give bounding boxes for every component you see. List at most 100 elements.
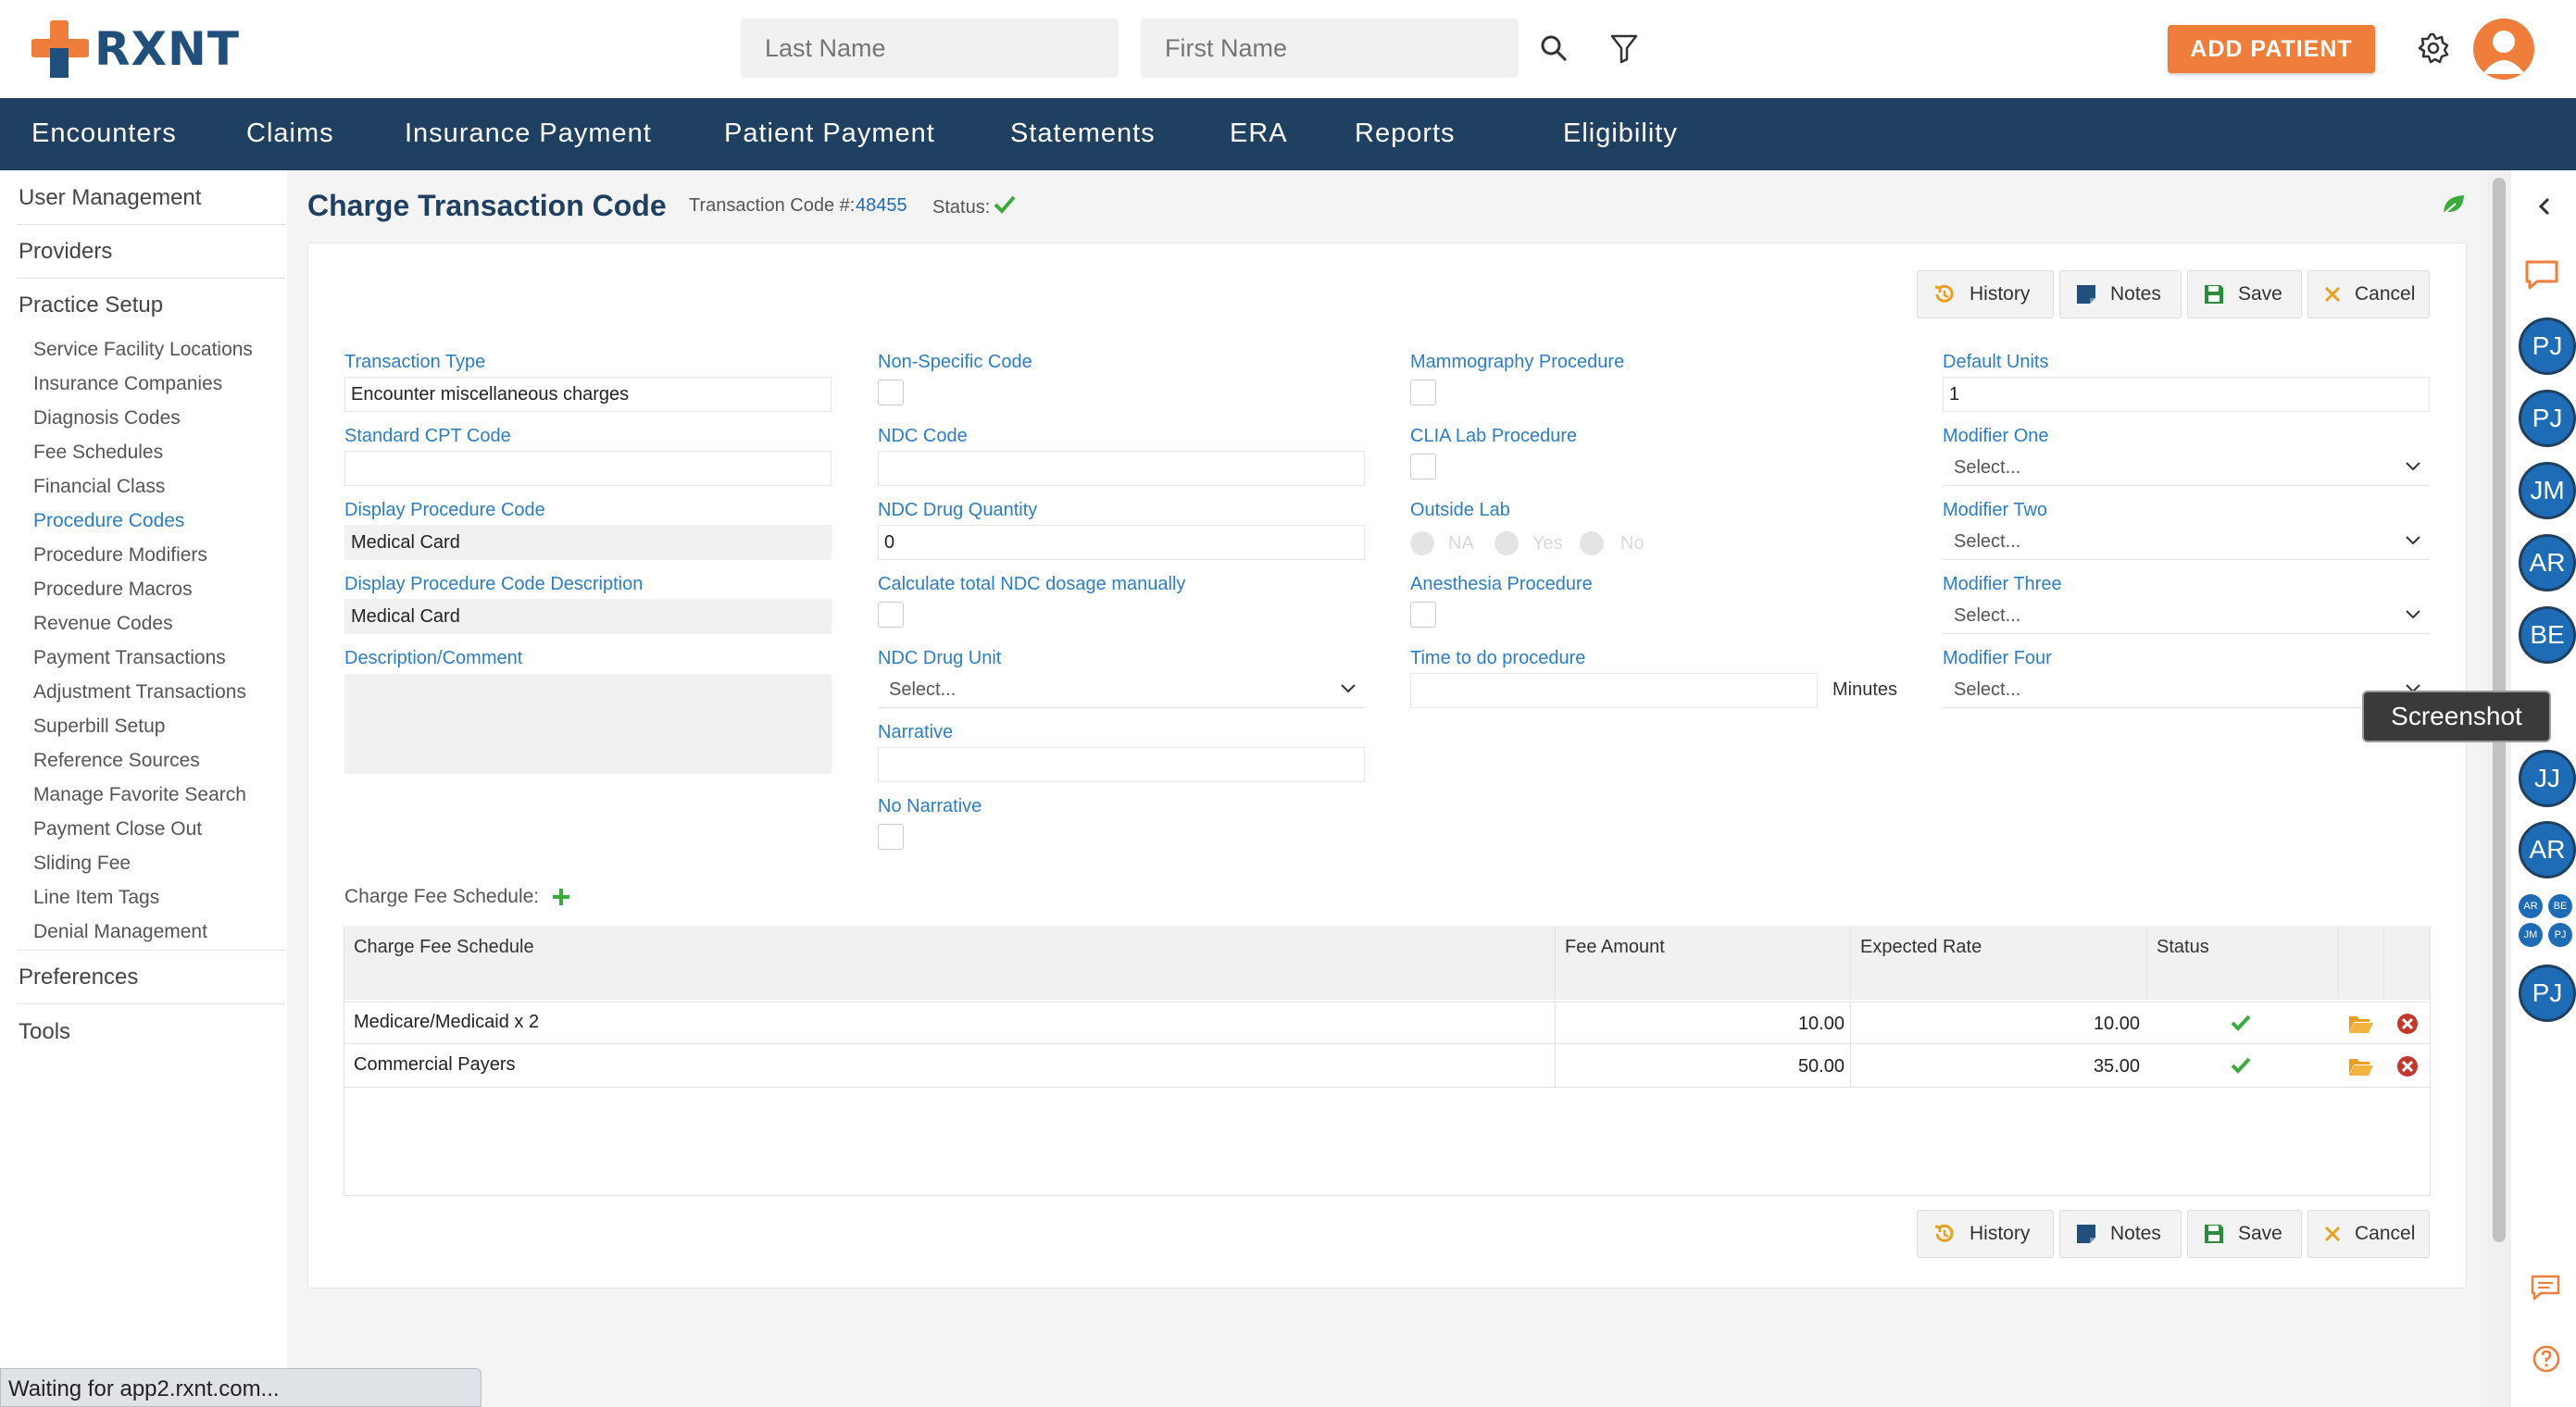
sidebar-tools[interactable]: Tools [19,1019,70,1045]
avatar[interactable]: PJ [2519,318,2576,375]
nav-claims[interactable]: Claims [246,118,334,149]
ndc-drug-unit-select[interactable]: Select... [878,673,1365,708]
cancel-button[interactable]: Cancel [2307,270,2430,318]
ndc-code-field[interactable] [878,451,1365,486]
chat-icon[interactable] [2524,259,2559,291]
add-patient-button[interactable]: ADD PATIENT [2168,25,2375,73]
folder-open-icon[interactable] [2348,1014,2374,1034]
filter-icon[interactable] [1604,28,1644,68]
anesthesia-checkbox[interactable] [1410,602,1436,628]
avatar[interactable]: PJ [2519,390,2576,447]
avatar[interactable]: AR [2519,534,2576,591]
sidebar-practice-setup[interactable]: Practice Setup [19,293,163,318]
sidebar-item-sliding-fee[interactable]: Sliding Fee [33,853,131,875]
mini-avatar[interactable]: JM [2519,923,2543,947]
sidebar-item-payment-close-out[interactable]: Payment Close Out [33,818,202,840]
description-comment-textarea[interactable] [344,674,832,774]
modifier-one-select[interactable]: Select... [1943,451,2430,486]
mini-avatar[interactable]: AR [2519,894,2543,918]
display-procedure-description-field[interactable]: Medical Card [344,599,832,634]
sidebar-item-diagnosis-codes[interactable]: Diagnosis Codes [33,407,181,430]
save-button[interactable]: Save [2187,270,2302,318]
nav-insurance-payment[interactable]: Insurance Payment [405,118,652,149]
user-avatar[interactable] [2473,19,2534,80]
nav-era[interactable]: ERA [1230,118,1288,149]
sidebar-item-procedure-codes[interactable]: Procedure Codes [33,510,184,532]
sidebar-item-manage-favorite-search[interactable]: Manage Favorite Search [33,784,246,806]
column-header-status[interactable]: Status [2147,926,2338,1000]
clia-lab-checkbox[interactable] [1410,454,1436,479]
history-button[interactable]: History [1917,270,2054,318]
delete-icon[interactable] [2396,1055,2419,1077]
mini-avatar[interactable]: BE [2548,894,2572,918]
display-procedure-code-field[interactable]: Medical Card [344,525,832,560]
sidebar-item-superbill-setup[interactable]: Superbill Setup [33,716,165,738]
default-units-field[interactable]: 1 [1943,377,2430,412]
sidebar-item-procedure-macros[interactable]: Procedure Macros [33,579,193,601]
sidebar-item-procedure-modifiers[interactable]: Procedure Modifiers [33,544,207,567]
notes-button-bottom[interactable]: Notes [2059,1210,2182,1258]
sidebar-item-revenue-codes[interactable]: Revenue Codes [33,613,173,635]
last-name-input[interactable] [741,19,1119,78]
help-icon[interactable] [2532,1344,2561,1374]
sidebar-item-reference-sources[interactable]: Reference Sources [33,750,200,772]
avatar[interactable]: AR [2519,821,2576,878]
history-button-bottom[interactable]: History [1917,1210,2054,1258]
nav-patient-payment[interactable]: Patient Payment [724,118,935,149]
table-row[interactable]: Commercial Payers 50.00 35.00 [344,1045,2430,1088]
folder-open-icon[interactable] [2348,1056,2374,1077]
sidebar-item-line-item-tags[interactable]: Line Item Tags [33,887,159,909]
chevron-down-icon [2406,536,2420,545]
modifier-three-select[interactable]: Select... [1943,599,2430,634]
nav-encounters[interactable]: Encounters [31,118,177,149]
sidebar-preferences[interactable]: Preferences [19,965,138,990]
sidebar-item-service-facility-locations[interactable]: Service Facility Locations [33,339,253,361]
calculate-ndc-checkbox[interactable] [878,602,904,628]
mini-avatar[interactable]: PJ [2548,923,2572,947]
cancel-button-bottom[interactable]: Cancel [2307,1210,2430,1258]
sidebar-item-fee-schedules[interactable]: Fee Schedules [33,442,163,464]
standard-cpt-field[interactable] [344,451,832,486]
sidebar-item-insurance-companies[interactable]: Insurance Companies [33,373,222,395]
search-icon[interactable] [1533,28,1574,68]
leaf-icon[interactable] [2441,193,2467,217]
nav-reports[interactable]: Reports [1355,118,1456,149]
table-row[interactable]: Medicare/Medicaid x 2 10.00 10.00 [344,1002,2430,1045]
column-header-expected-rate[interactable]: Expected Rate [1851,926,2146,1000]
chevron-left-icon[interactable] [2537,196,2552,217]
outside-lab-radio-yes[interactable] [1494,531,1519,555]
avatar[interactable]: JM [2519,462,2576,519]
message-icon[interactable] [2530,1274,2561,1301]
outside-lab-radio-no[interactable] [1580,531,1604,555]
ndc-drug-quantity-field[interactable]: 0 [878,525,1365,560]
time-to-do-field[interactable] [1410,673,1818,708]
sidebar-user-management[interactable]: User Management [19,185,201,211]
sidebar-item-adjustment-transactions[interactable]: Adjustment Transactions [33,681,246,704]
transaction-type-field[interactable]: Encounter miscellaneous charges [344,377,832,412]
nav-statements[interactable]: Statements [1010,118,1156,149]
sidebar-item-financial-class[interactable]: Financial Class [33,476,165,498]
save-button-bottom[interactable]: Save [2187,1210,2302,1258]
avatar[interactable]: JJ [2519,750,2576,807]
outside-lab-radio-na[interactable] [1410,531,1434,555]
modifier-four-select[interactable]: Select... [1943,673,2430,708]
column-header-charge-fee-schedule[interactable]: Charge Fee Schedule [344,926,1555,1000]
sidebar-providers[interactable]: Providers [19,239,112,265]
modifier-two-select[interactable]: Select... [1943,525,2430,560]
non-specific-code-checkbox[interactable] [878,380,904,405]
delete-icon[interactable] [2396,1013,2419,1035]
mammography-checkbox[interactable] [1410,380,1436,405]
column-header-fee-amount[interactable]: Fee Amount [1556,926,1850,1000]
narrative-field[interactable] [878,747,1365,782]
add-fee-schedule-icon[interactable] [550,886,572,908]
avatar[interactable]: BE [2519,606,2576,664]
sidebar-item-payment-transactions[interactable]: Payment Transactions [33,647,226,669]
gear-icon[interactable] [2413,28,2454,68]
avatar[interactable]: PJ [2519,965,2576,1022]
nav-eligibility[interactable]: Eligibility [1563,118,1678,149]
notes-button[interactable]: Notes [2059,270,2182,318]
first-name-input[interactable] [1141,19,1519,78]
rxnt-logo[interactable]: RXNT [31,20,240,78]
no-narrative-checkbox[interactable] [878,824,904,850]
sidebar-item-denial-management[interactable]: Denial Management [33,921,207,943]
